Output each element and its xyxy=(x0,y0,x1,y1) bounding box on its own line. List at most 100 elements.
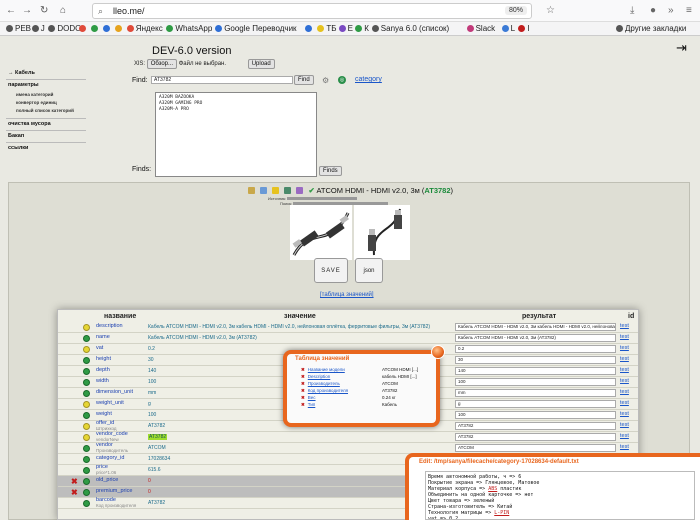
json-button[interactable]: json xyxy=(355,258,383,283)
test-link[interactable]: test xyxy=(620,356,629,362)
field-name[interactable]: width xyxy=(96,378,109,384)
test-link[interactable]: test xyxy=(620,367,629,373)
category-link[interactable]: category xyxy=(355,76,382,83)
result-input[interactable]: 30 xyxy=(455,356,616,364)
remove-icon[interactable]: ✖ xyxy=(301,388,305,393)
note-icon[interactable] xyxy=(272,187,280,194)
models-textarea[interactable]: A320M BAZOOKA A320M GAMING PRO A320M-A PRO xyxy=(155,92,317,177)
remove-icon[interactable]: ✖ xyxy=(301,381,305,386)
remove-icon[interactable]: ✖ xyxy=(301,367,305,372)
result-input[interactable]: 0.2 xyxy=(455,345,616,353)
sidebar-item-unit-converter[interactable]: конвертор единиц xyxy=(16,100,57,105)
back-icon[interactable]: ← xyxy=(6,5,16,16)
bookmark-item[interactable]: Яндекс xyxy=(126,24,163,33)
bookmark-item[interactable] xyxy=(305,24,314,33)
zoom-badge[interactable]: 80% xyxy=(504,6,527,15)
download-icon[interactable]: ⤓ xyxy=(630,5,634,16)
result-input[interactable]: ATCOM xyxy=(455,444,616,452)
home-icon[interactable]: ⌂ xyxy=(60,5,66,16)
values-table-link[interactable]: [таблица значений] xyxy=(320,292,374,298)
bookmark-item[interactable] xyxy=(90,24,100,33)
result-input[interactable]: AT3782 xyxy=(455,422,616,430)
sidebar-item-backup[interactable]: Бакап xyxy=(8,133,24,139)
bookmark-item[interactable]: I xyxy=(518,24,529,33)
bookmark-item[interactable]: Slack xyxy=(466,24,495,33)
close-icon[interactable] xyxy=(431,345,445,359)
field-name[interactable]: category_id xyxy=(96,455,124,461)
result-input[interactable]: 100 xyxy=(455,378,616,386)
field-name[interactable]: old_price xyxy=(96,477,118,483)
menu-icon[interactable]: ≡ xyxy=(686,5,692,16)
bookmark-item[interactable]: WhatsApp xyxy=(166,24,212,33)
test-link[interactable]: test xyxy=(620,345,629,351)
bookmark-item[interactable]: Другие закладки xyxy=(616,24,686,33)
gear-icon[interactable]: ⚙ xyxy=(322,76,329,85)
sidebar-item-cable[interactable]: → Кабель xyxy=(8,70,35,76)
copy-icon[interactable] xyxy=(296,187,304,194)
edit-icon[interactable] xyxy=(248,187,255,194)
field-name[interactable]: weight xyxy=(96,411,112,417)
product-image-1[interactable] xyxy=(290,205,352,260)
sidebar-item-links[interactable]: ссылки xyxy=(8,145,28,151)
star-icon[interactable]: ☆ xyxy=(546,5,555,16)
bookmark-item[interactable]: Google Переводчик xyxy=(215,24,297,33)
extensions-icon[interactable]: » xyxy=(668,5,674,16)
field-name[interactable]: premium_price xyxy=(96,488,132,494)
field-name[interactable]: height xyxy=(96,356,111,362)
remove-icon[interactable]: ✖ xyxy=(301,402,305,407)
bookmark-item[interactable]: DODO xyxy=(48,24,81,33)
sidebar-item-cleanup[interactable]: очистка мусора xyxy=(8,121,51,127)
browse-button[interactable]: Обзор... xyxy=(146,59,178,69)
avatar-icon[interactable]: ● xyxy=(650,5,656,16)
remove-icon[interactable]: ✖ xyxy=(301,374,305,379)
test-link[interactable]: test xyxy=(620,433,629,439)
field-name[interactable]: vendor Производитель xyxy=(96,442,128,453)
bookmark-item[interactable]: J xyxy=(31,24,45,33)
bookmark-item[interactable]: PEB xyxy=(6,24,31,33)
delete-icon[interactable]: ✖ xyxy=(71,488,78,497)
find-input[interactable]: AT3782 xyxy=(151,76,293,84)
bookmark-item[interactable] xyxy=(78,24,88,33)
field-name[interactable]: name xyxy=(96,334,110,340)
bookmark-item[interactable] xyxy=(114,24,124,33)
field-name[interactable]: vendor_code vendorNew xyxy=(96,431,128,442)
bookmark-item[interactable]: Sanya 6.0 (список) xyxy=(371,24,449,33)
field-name[interactable]: barcode Код производителя xyxy=(96,497,136,508)
popup-param-link[interactable]: Код производителя xyxy=(308,388,348,393)
field-name[interactable]: dimension_unit xyxy=(96,389,133,395)
upload-button[interactable]: Upload xyxy=(247,59,275,69)
test-link[interactable]: test xyxy=(620,422,629,428)
sidebar-item-full-category-list[interactable]: полный список категорий xyxy=(16,108,74,113)
remove-icon[interactable]: ✖ xyxy=(301,395,305,400)
product-image-2[interactable] xyxy=(354,205,410,260)
delete-icon[interactable]: ✖ xyxy=(71,477,78,486)
logout-icon[interactable]: ⇥ xyxy=(676,40,687,56)
test-link[interactable]: test xyxy=(620,411,629,417)
popup-param-link[interactable]: Тип xyxy=(308,402,316,407)
popup-param-link[interactable]: Производитель xyxy=(308,381,340,386)
result-input[interactable]: 100 xyxy=(455,411,616,419)
field-name[interactable]: weight_unit xyxy=(96,400,124,406)
field-name[interactable]: offer_id Штрихкод xyxy=(96,420,117,431)
edit-textarea[interactable]: Время автономной работы, ч => 6 Покрытие … xyxy=(425,471,695,520)
forward-icon[interactable]: → xyxy=(22,5,32,16)
sidebar-item-category-names[interactable]: имена категорий xyxy=(16,92,53,97)
bookmark-item[interactable] xyxy=(102,24,112,33)
test-link[interactable]: test xyxy=(620,444,629,450)
field-name[interactable]: description xyxy=(96,323,123,329)
bookmark-item[interactable]: ТБ xyxy=(317,24,337,33)
field-name[interactable]: depth xyxy=(96,367,110,373)
test-link[interactable]: test xyxy=(620,400,629,406)
result-input[interactable]: mm xyxy=(455,389,616,397)
bookmark-item[interactable]: К xyxy=(355,24,369,33)
pencil-icon[interactable] xyxy=(260,187,268,194)
finds-button[interactable]: Finds xyxy=(319,166,342,176)
test-link[interactable]: test xyxy=(620,378,629,384)
result-input[interactable]: Кабель ATCOM HDMI - HDMI v2.0, 3м кабель… xyxy=(455,323,616,331)
test-link[interactable]: test xyxy=(620,334,629,340)
result-input[interactable]: 140 xyxy=(455,367,616,375)
save-button[interactable]: SAVE xyxy=(314,258,348,283)
sidebar-item-params[interactable]: параметры xyxy=(8,82,39,88)
find-button[interactable]: Find xyxy=(294,75,314,85)
url-field[interactable]: ⌕ lleo.me/ 80% xyxy=(92,3,532,19)
